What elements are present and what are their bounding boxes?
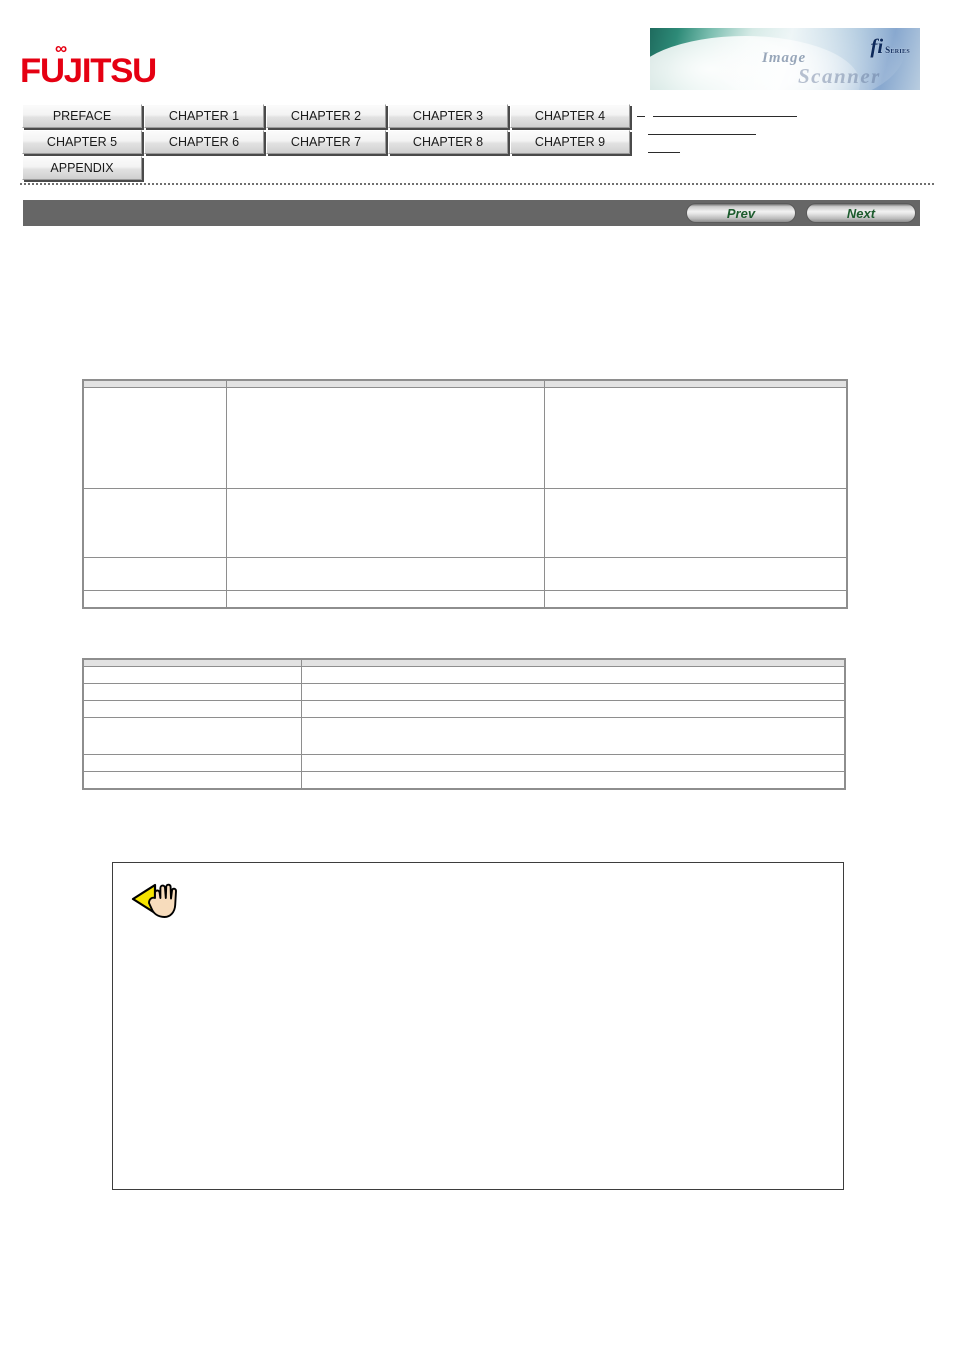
table-cell-r3-c1	[84, 701, 301, 717]
table-row	[84, 701, 844, 717]
table-cell-r6-c1	[84, 772, 301, 788]
page-navigation-bar: Prev Next	[23, 200, 920, 226]
next-button[interactable]: Next	[806, 203, 916, 223]
fi-series-banner: Image Scanner fi Series	[650, 28, 920, 90]
tab-row-1: PREFACE CHAPTER 1 CHAPTER 2 CHAPTER 3 CH…	[22, 104, 630, 129]
tab-row-3: APPENDIX	[22, 156, 630, 181]
fi-series-label: Series	[885, 45, 910, 55]
table-cell-r3-c2	[301, 701, 844, 717]
fujitsu-logo: ∞ FUJITSU	[20, 40, 157, 90]
specification-table-one	[82, 379, 848, 609]
table-cell-r4-c2	[301, 718, 844, 754]
tab-chapter-6[interactable]: CHAPTER 6	[144, 130, 264, 154]
dotted-separator	[20, 183, 936, 185]
table-cell-r4-c1	[84, 718, 301, 754]
decorative-rule-4	[637, 116, 645, 117]
table-row	[84, 667, 844, 683]
table-cell-r2-c2	[226, 489, 545, 557]
table-cell-r5-c2	[301, 755, 844, 771]
tab-chapter-9[interactable]: CHAPTER 9	[510, 130, 630, 154]
table-cell-r3-c3	[545, 558, 846, 590]
table-header-cell-2	[226, 381, 545, 387]
table-row	[84, 718, 844, 754]
table-row	[84, 772, 844, 788]
table-header-row	[84, 381, 846, 387]
tab-chapter-4[interactable]: CHAPTER 4	[510, 104, 630, 128]
tab-chapter-8[interactable]: CHAPTER 8	[388, 130, 508, 154]
table-row	[84, 684, 844, 700]
table-cell-r4-c1	[84, 591, 226, 607]
attention-hand-icon	[131, 875, 183, 919]
table-cell-r2-c1	[84, 684, 301, 700]
decorative-rule-1	[653, 116, 797, 117]
table-cell-r4-c3	[545, 591, 846, 607]
table-row	[84, 558, 846, 590]
table-header-cell-3	[545, 381, 846, 387]
table-cell-r2-c2	[301, 684, 844, 700]
tab-preface[interactable]: PREFACE	[22, 104, 142, 128]
table-cell-r2-c3	[545, 489, 846, 557]
table-cell-r3-c2	[226, 558, 545, 590]
fi-mark-text: fi	[870, 34, 884, 58]
specification-table-two	[82, 658, 846, 790]
table-row	[84, 755, 844, 771]
fi-series-mark: fi Series	[870, 36, 910, 57]
table-row	[84, 489, 846, 557]
prev-button[interactable]: Prev	[686, 203, 796, 223]
tab-appendix[interactable]: APPENDIX	[22, 156, 142, 180]
table-cell-r3-c1	[84, 558, 226, 590]
table-header-cell-1	[84, 660, 301, 666]
tab-chapter-5[interactable]: CHAPTER 5	[22, 130, 142, 154]
table-header-row	[84, 660, 844, 666]
table-header-cell-2	[301, 660, 844, 666]
table-cell-r1-c1	[84, 667, 301, 683]
document-page: ∞ FUJITSU Image Scanner fi Series PREFACE…	[0, 0, 954, 1351]
fujitsu-wordmark: FUJITSU	[20, 52, 157, 90]
table-row	[84, 591, 846, 607]
table-cell-r2-c1	[84, 489, 226, 557]
table-cell-r6-c2	[301, 772, 844, 788]
tab-chapter-1[interactable]: CHAPTER 1	[144, 104, 264, 128]
table-cell-r1-c1	[84, 388, 226, 488]
attention-note-box	[112, 862, 844, 1190]
table-cell-r4-c2	[226, 591, 545, 607]
table-row	[84, 388, 846, 488]
attention-hand-icon-svg	[131, 883, 177, 918]
tab-row-2: CHAPTER 5 CHAPTER 6 CHAPTER 7 CHAPTER 8 …	[22, 130, 630, 155]
table-cell-r1-c3	[545, 388, 846, 488]
decorative-rule-2	[648, 134, 756, 135]
chapter-tab-navigation: PREFACE CHAPTER 1 CHAPTER 2 CHAPTER 3 CH…	[22, 104, 630, 182]
tab-chapter-2[interactable]: CHAPTER 2	[266, 104, 386, 128]
table-cell-r1-c2	[301, 667, 844, 683]
decorative-rule-3	[648, 152, 680, 153]
banner-word-scanner: Scanner	[798, 64, 881, 88]
table-cell-r5-c1	[84, 755, 301, 771]
tab-chapter-3[interactable]: CHAPTER 3	[388, 104, 508, 128]
table-cell-r1-c2	[226, 388, 545, 488]
tab-chapter-7[interactable]: CHAPTER 7	[266, 130, 386, 154]
table-header-cell-1	[84, 381, 226, 387]
